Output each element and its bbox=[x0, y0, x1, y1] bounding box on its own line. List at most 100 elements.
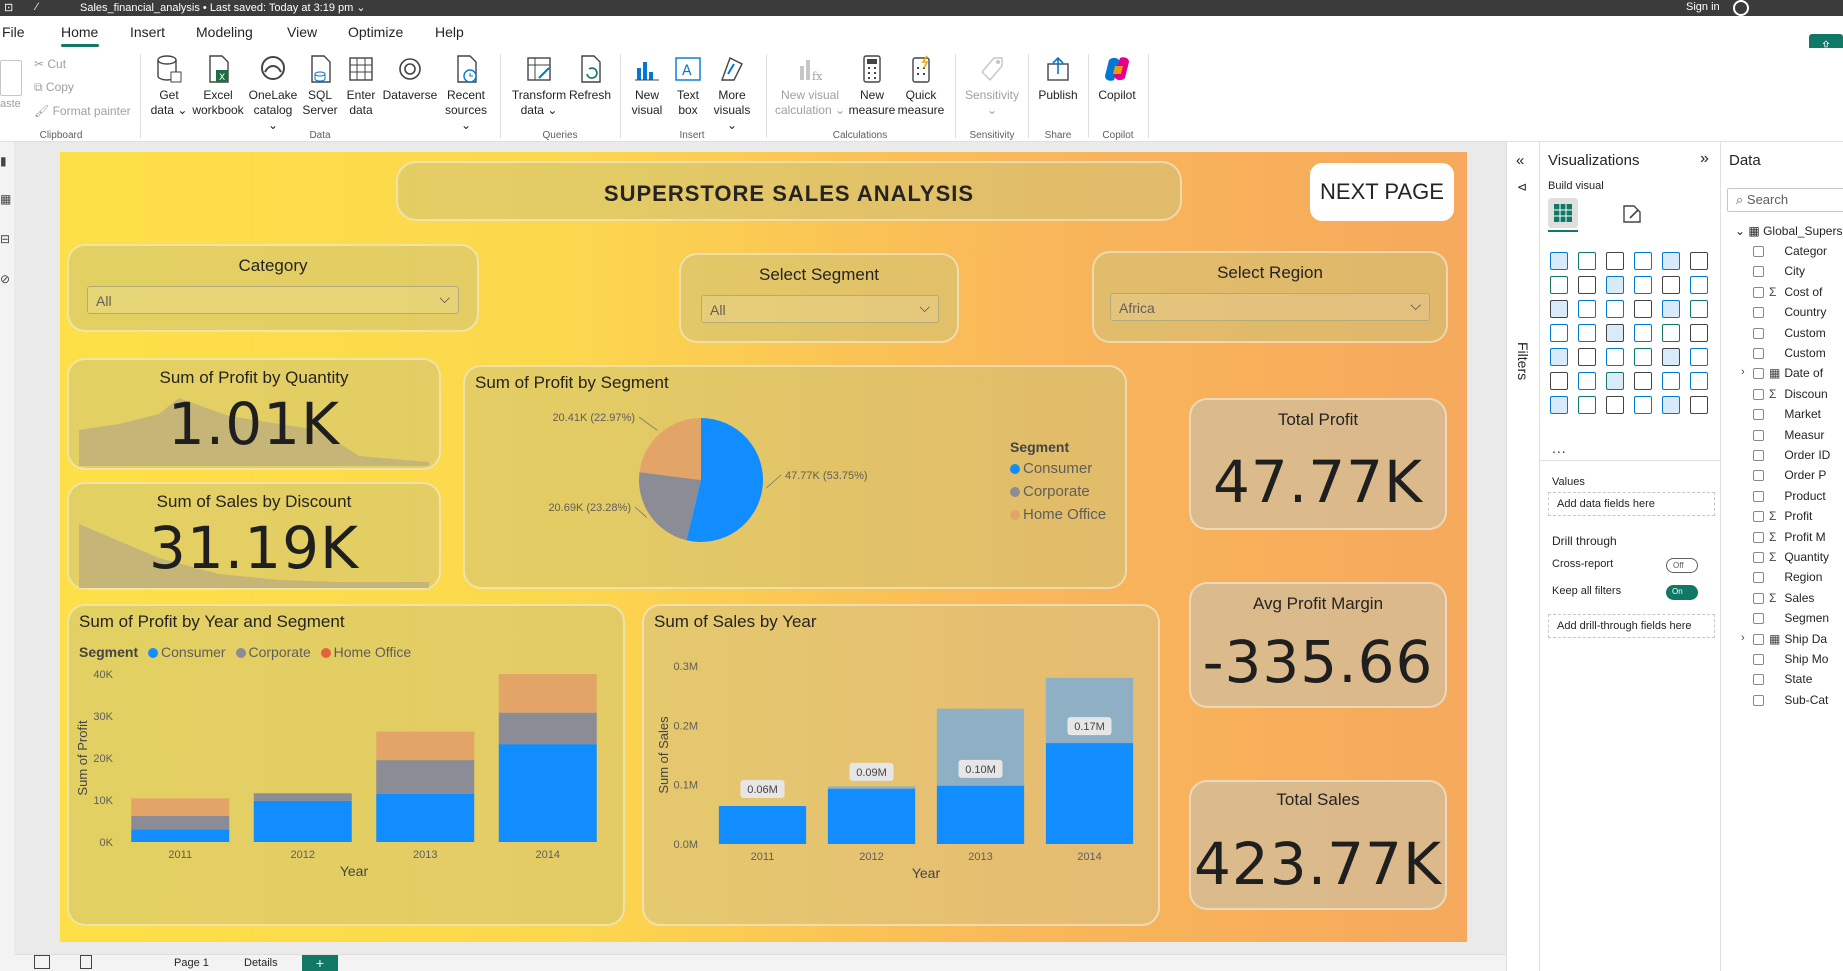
bar-segment-home-office-2014[interactable] bbox=[498, 674, 597, 713]
field-checkbox[interactable] bbox=[1753, 266, 1764, 278]
enter-data-button[interactable]: Enter data bbox=[342, 54, 380, 118]
text-box-button[interactable]: A Text box bbox=[670, 54, 706, 118]
table-view-icon[interactable]: ▦ bbox=[0, 192, 11, 206]
bar-segment-consumer-2014[interactable] bbox=[498, 744, 597, 842]
chevron-right-icon[interactable]: › bbox=[1741, 632, 1745, 644]
field-checkbox[interactable] bbox=[1753, 552, 1764, 563]
sign-in-link[interactable]: Sign in bbox=[1686, 1, 1720, 13]
field-item[interactable]: ▦ Ship Da bbox=[1769, 632, 1827, 646]
dataverse-button[interactable]: Dataverse bbox=[382, 54, 438, 103]
copilot-button[interactable]: Copilot bbox=[1094, 54, 1140, 103]
python-icon[interactable] bbox=[1662, 348, 1680, 366]
next-page-button[interactable]: NEXT PAGE bbox=[1310, 163, 1454, 221]
cross-report-toggle[interactable]: Off bbox=[1666, 558, 1698, 573]
field-checkbox[interactable] bbox=[1753, 450, 1764, 461]
card-icon[interactable] bbox=[1634, 324, 1652, 342]
r-visual-icon[interactable] bbox=[1634, 348, 1652, 366]
format-visual-tab[interactable] bbox=[1620, 202, 1644, 226]
kpi-icon[interactable] bbox=[1690, 324, 1708, 342]
page-tab-details[interactable]: Details bbox=[244, 957, 278, 969]
sales-bar-chart[interactable]: 0.0M 0.1M 0.2M 0.3M 0.06M 2011 0.09M 2012 0.10M 2… bbox=[644, 606, 1158, 924]
table-node[interactable]: ⌄ ▦ Global_Supers bbox=[1735, 224, 1842, 238]
table-icon[interactable] bbox=[1578, 348, 1596, 366]
custom-visual-icon[interactable] bbox=[1550, 396, 1568, 414]
field-item[interactable]: Custom bbox=[1769, 346, 1825, 360]
legend-item-home-office[interactable]: Home Office bbox=[1010, 506, 1106, 523]
field-item[interactable]: Order ID bbox=[1769, 448, 1830, 462]
category-dropdown[interactable]: All ⌵ bbox=[87, 286, 459, 314]
donut-icon[interactable] bbox=[1634, 300, 1652, 318]
area-icon[interactable] bbox=[1578, 276, 1596, 294]
pie-slice-home-office[interactable] bbox=[639, 418, 701, 480]
field-checkbox[interactable] bbox=[1753, 409, 1764, 421]
sales-bar-2011[interactable] bbox=[718, 806, 807, 844]
field-checkbox[interactable] bbox=[1753, 327, 1764, 339]
page-view-icon[interactable] bbox=[34, 955, 50, 969]
field-checkbox[interactable] bbox=[1753, 511, 1764, 523]
field-checkbox[interactable] bbox=[1753, 613, 1764, 625]
multi-row-card-icon[interactable] bbox=[1662, 324, 1680, 342]
field-item[interactable]: Order P bbox=[1769, 468, 1826, 482]
field-item[interactable]: Custom bbox=[1769, 326, 1825, 340]
publish-button[interactable]: Publish bbox=[1034, 54, 1082, 103]
copy-button[interactable]: ⧉ Copy bbox=[34, 80, 74, 95]
power-automate-icon[interactable] bbox=[1690, 372, 1708, 390]
field-checkbox[interactable] bbox=[1753, 246, 1764, 257]
refresh-button[interactable]: Refresh bbox=[568, 54, 612, 103]
line-column-icon[interactable] bbox=[1634, 276, 1652, 294]
onelake-catalog-button[interactable]: OneLake catalog ⌄ bbox=[248, 54, 298, 133]
sensitivity-button[interactable]: Sensitivity ⌄ bbox=[962, 54, 1022, 118]
field-item[interactable]: Sub-Cat bbox=[1769, 693, 1828, 707]
field-checkbox[interactable] bbox=[1753, 307, 1764, 319]
bar-segment-corporate-2011[interactable] bbox=[131, 815, 230, 830]
paste-label[interactable]: aste bbox=[0, 98, 21, 110]
field-checkbox[interactable] bbox=[1753, 633, 1764, 645]
field-item[interactable]: Country bbox=[1769, 305, 1826, 319]
custom-visual-icon[interactable] bbox=[1662, 396, 1680, 414]
bar-segment-corporate-2013[interactable] bbox=[376, 760, 475, 794]
custom-visual-icon[interactable] bbox=[1634, 396, 1652, 414]
field-checkbox[interactable] bbox=[1753, 470, 1764, 482]
field-item[interactable]: Segmen bbox=[1769, 611, 1829, 625]
collapse-left-icon[interactable]: « bbox=[1516, 152, 1524, 169]
new-visual-button[interactable]: New visual bbox=[627, 54, 667, 118]
field-item[interactable]: ▦ Date of bbox=[1769, 366, 1823, 380]
100-column-icon[interactable] bbox=[1690, 252, 1708, 270]
field-checkbox[interactable] bbox=[1753, 286, 1764, 298]
quick-measure-button[interactable]: Quick measure bbox=[896, 54, 946, 118]
map-icon[interactable] bbox=[1690, 300, 1708, 318]
filters-label[interactable]: Filters bbox=[1515, 342, 1531, 380]
field-item[interactable]: Categor bbox=[1769, 244, 1827, 258]
field-item[interactable]: Σ Sales bbox=[1769, 591, 1814, 605]
field-checkbox[interactable] bbox=[1753, 592, 1764, 604]
sales-bar-2014[interactable] bbox=[1045, 743, 1134, 844]
field-checkbox[interactable] bbox=[1753, 388, 1764, 400]
chevron-right-icon[interactable]: › bbox=[1741, 366, 1745, 378]
collapse-right-icon[interactable]: » bbox=[1700, 150, 1709, 168]
filled-map-icon[interactable] bbox=[1550, 324, 1568, 342]
field-item[interactable]: State bbox=[1769, 672, 1812, 686]
account-icon[interactable] bbox=[1733, 0, 1749, 16]
recent-sources-button[interactable]: Recent sources ⌄ bbox=[440, 54, 492, 133]
new-visual-calculation-button[interactable]: fx New visual calculation ⌄ bbox=[772, 54, 848, 118]
field-item[interactable]: Σ Cost of bbox=[1769, 285, 1822, 299]
field-item[interactable]: Measur bbox=[1769, 428, 1824, 442]
treemap-icon[interactable] bbox=[1662, 300, 1680, 318]
tab-help[interactable]: Help bbox=[435, 24, 464, 40]
paste-icon[interactable] bbox=[0, 60, 22, 96]
field-checkbox[interactable] bbox=[1753, 429, 1764, 441]
tab-modeling[interactable]: Modeling bbox=[196, 24, 253, 40]
region-dropdown[interactable]: Africa ⌵ bbox=[1110, 293, 1430, 321]
field-item[interactable]: Market bbox=[1769, 407, 1821, 421]
segment-dropdown[interactable]: All ⌵ bbox=[701, 295, 939, 323]
report-view-icon[interactable]: ▮ bbox=[0, 154, 7, 168]
mobile-view-icon[interactable] bbox=[80, 955, 92, 969]
clustered-bar-icon[interactable] bbox=[1606, 252, 1624, 270]
field-checkbox[interactable] bbox=[1753, 654, 1764, 665]
bar-segment-home-office-2013[interactable] bbox=[376, 731, 475, 761]
power-apps-icon[interactable] bbox=[1662, 372, 1680, 390]
paginated-icon[interactable] bbox=[1634, 372, 1652, 390]
build-visual-tab[interactable] bbox=[1548, 198, 1578, 228]
bar-segment-corporate-2012[interactable] bbox=[253, 793, 352, 801]
field-checkbox[interactable] bbox=[1753, 694, 1764, 706]
